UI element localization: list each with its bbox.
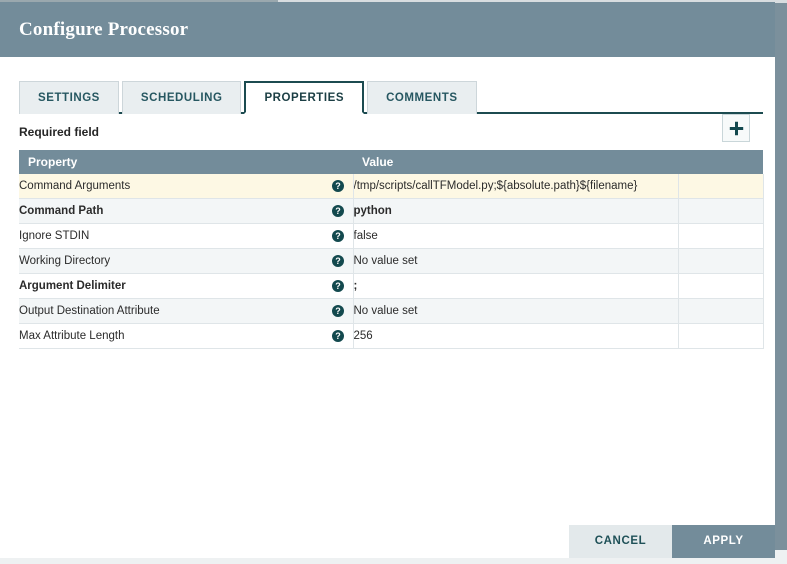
property-actions-cell: [678, 223, 764, 249]
property-actions-cell: [678, 323, 764, 349]
tab-scheduling[interactable]: SCHEDULING: [121, 81, 242, 114]
plus-icon: [729, 121, 744, 136]
question-mark-icon[interactable]: ?: [331, 280, 344, 292]
question-mark-icon[interactable]: ?: [331, 230, 344, 242]
svg-text:?: ?: [335, 256, 341, 266]
table-row[interactable]: Command Arguments?/tmp/scripts/callTFMod…: [19, 174, 764, 199]
property-value-cell[interactable]: ;: [353, 273, 679, 299]
column-header-extra: [678, 150, 763, 174]
property-name-label: Command Arguments: [19, 180, 131, 192]
property-name-label: Ignore STDIN: [19, 230, 90, 242]
tab-comments[interactable]: COMMENTS: [367, 81, 477, 114]
tab-bar: SETTINGS SCHEDULING PROPERTIES COMMENTS: [0, 81, 775, 114]
question-mark-icon[interactable]: ?: [331, 255, 344, 267]
property-name-cell[interactable]: Command Path?: [19, 198, 354, 224]
property-actions-cell: [678, 273, 764, 299]
column-header-value: Value: [353, 150, 678, 174]
page-title: Configure Processor: [19, 18, 189, 40]
property-actions-cell: [678, 248, 764, 274]
property-name-cell[interactable]: Working Directory?: [19, 248, 354, 274]
property-actions-cell: [678, 174, 764, 199]
table-row[interactable]: Ignore STDIN? false: [19, 223, 764, 249]
dialog-footer: CANCEL APPLY: [0, 525, 775, 558]
table-row[interactable]: Max Attribute Length? 256: [19, 323, 764, 349]
property-value-cell[interactable]: 256: [353, 323, 679, 349]
question-mark-icon[interactable]: ?: [331, 330, 344, 342]
property-name-cell[interactable]: Max Attribute Length?: [19, 323, 354, 349]
property-name-cell[interactable]: Command Arguments?: [19, 174, 354, 199]
table-row[interactable]: Argument Delimiter?;: [19, 273, 764, 299]
svg-text:?: ?: [335, 306, 341, 316]
property-value-cell[interactable]: No value set: [353, 298, 679, 324]
property-value-cell[interactable]: false: [353, 223, 679, 249]
svg-text:?: ?: [335, 281, 341, 291]
property-name-cell[interactable]: Output Destination Attribute?: [19, 298, 354, 324]
apply-button[interactable]: APPLY: [672, 525, 775, 558]
property-value-cell[interactable]: No value set: [353, 248, 679, 274]
tab-settings[interactable]: SETTINGS: [19, 81, 119, 114]
property-actions-cell: [678, 298, 764, 324]
property-name-label: Argument Delimiter: [19, 280, 126, 292]
property-name-label: Max Attribute Length: [19, 330, 125, 342]
property-name-label: Output Destination Attribute: [19, 305, 160, 317]
svg-text:?: ?: [335, 181, 341, 191]
property-actions-cell: [678, 198, 764, 224]
configure-processor-dialog: Configure Processor SETTINGS SCHEDULING PR…: [0, 2, 775, 558]
table-row[interactable]: Output Destination Attribute? No value se…: [19, 298, 764, 324]
property-name-cell[interactable]: Argument Delimiter?: [19, 273, 354, 299]
property-table: Property Value Command Arguments?/tmp/sc…: [19, 150, 764, 349]
question-mark-icon[interactable]: ?: [331, 180, 344, 192]
required-field-legend: Required field: [19, 125, 100, 139]
table-subheader: Required field: [19, 114, 763, 150]
table-header-row: Property Value: [19, 150, 763, 174]
cancel-button[interactable]: CANCEL: [569, 525, 672, 558]
property-name-cell[interactable]: Ignore STDIN?: [19, 223, 354, 249]
svg-text:?: ?: [335, 231, 341, 241]
property-value-cell[interactable]: python: [353, 198, 679, 224]
table-row[interactable]: Working Directory? No value set: [19, 248, 764, 274]
add-property-button[interactable]: [722, 114, 750, 142]
column-header-property: Property: [19, 150, 353, 174]
svg-text:?: ?: [335, 331, 341, 341]
question-mark-icon[interactable]: ?: [331, 305, 344, 317]
property-name-label: Command Path: [19, 205, 104, 217]
property-value-cell[interactable]: /tmp/scripts/callTFModel.py;${absolute.p…: [353, 174, 679, 199]
property-name-label: Working Directory: [19, 255, 111, 267]
dialog-header: Configure Processor: [0, 2, 775, 57]
svg-text:?: ?: [335, 206, 341, 216]
table-row[interactable]: Command Path? python: [19, 198, 764, 224]
tab-properties[interactable]: PROPERTIES: [244, 81, 365, 114]
question-mark-icon[interactable]: ?: [331, 205, 344, 217]
